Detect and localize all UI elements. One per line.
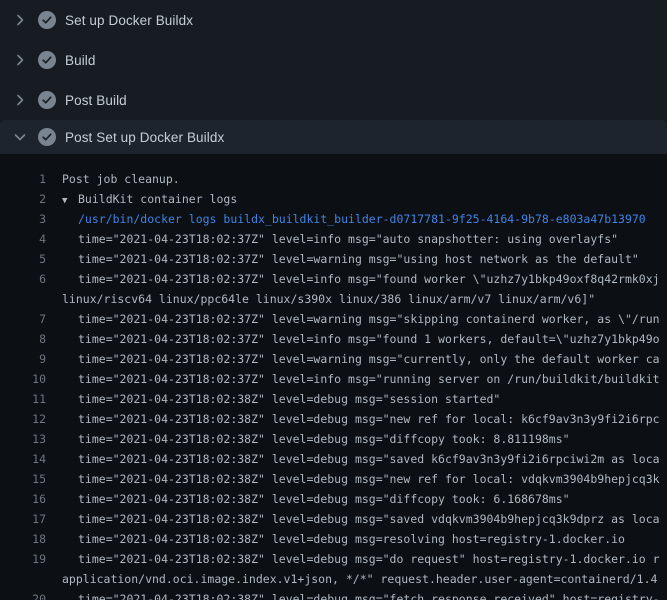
log-text: time="2021-04-23T18:02:37Z" level=info m…	[78, 229, 618, 249]
log-line: 13 time="2021-04-23T18:02:38Z" level=debu…	[0, 429, 667, 449]
log-line: 20 time="2021-04-23T18:02:38Z" level=debu…	[0, 589, 667, 600]
log-line: 7 time="2021-04-23T18:02:37Z" level=warni…	[0, 309, 667, 329]
line-number[interactable]: 13	[0, 429, 46, 449]
log-line: 4 time="2021-04-23T18:02:37Z" level=info …	[0, 229, 667, 249]
log-line: 12 time="2021-04-23T18:02:38Z" level=debu…	[0, 409, 667, 429]
log-group-toggle[interactable]: ▼BuildKit container logs	[62, 189, 237, 209]
step-label: Post Build	[65, 93, 127, 108]
group-expanded-icon: ▼	[62, 191, 78, 211]
line-number[interactable]: 19	[0, 549, 46, 569]
check-circle-icon	[38, 11, 56, 29]
log-text: time="2021-04-23T18:02:37Z" level=warnin…	[78, 349, 660, 369]
line-number[interactable]: 5	[0, 249, 46, 269]
line-number[interactable]: 10	[0, 369, 46, 389]
step-row-post-build[interactable]: Post Build	[0, 80, 667, 120]
check-circle-icon	[38, 128, 56, 146]
step-row-build[interactable]: Build	[0, 40, 667, 80]
line-number[interactable]: 9	[0, 349, 46, 369]
log-line: 16 time="2021-04-23T18:02:38Z" level=debu…	[0, 489, 667, 509]
line-number[interactable]: 11	[0, 389, 46, 409]
log-text: linux/riscv64 linux/ppc64le linux/s390x …	[62, 289, 595, 309]
log-text: time="2021-04-23T18:02:38Z" level=debug …	[78, 389, 500, 409]
check-circle-icon	[38, 51, 56, 69]
steps-list: Set up Docker Buildx Build Post Build Post …	[0, 0, 667, 154]
line-number[interactable]: 1	[0, 169, 46, 189]
chevron-down-icon	[12, 129, 28, 145]
log-line: 11 time="2021-04-23T18:02:38Z" level=debu…	[0, 389, 667, 409]
log-group-label: BuildKit container logs	[78, 192, 237, 206]
log-text: time="2021-04-23T18:02:38Z" level=debug …	[78, 429, 570, 449]
log-text: time="2021-04-23T18:02:38Z" level=debug …	[78, 549, 660, 569]
line-number	[0, 569, 46, 589]
line-number[interactable]: 20	[0, 589, 46, 600]
log-text: time="2021-04-23T18:02:38Z" level=debug …	[78, 469, 660, 489]
log-panel: 1 Post job cleanup. 2 ▼BuildKit container l…	[0, 154, 667, 600]
line-number[interactable]: 14	[0, 449, 46, 469]
log-text: Post job cleanup.	[62, 169, 180, 189]
log-line: 9 time="2021-04-23T18:02:37Z" level=warni…	[0, 349, 667, 369]
line-number[interactable]: 12	[0, 409, 46, 429]
chevron-right-icon	[12, 52, 28, 68]
chevron-right-icon	[12, 92, 28, 108]
log-line: 6 time="2021-04-23T18:02:37Z" level=info …	[0, 269, 667, 289]
log-text: time="2021-04-23T18:02:37Z" level=info m…	[78, 369, 660, 389]
log-text: time="2021-04-23T18:02:37Z" level=warnin…	[78, 249, 639, 269]
log-line: 10 time="2021-04-23T18:02:37Z" level=info…	[0, 369, 667, 389]
log-line: 15 time="2021-04-23T18:02:38Z" level=debu…	[0, 469, 667, 489]
log-text: time="2021-04-23T18:02:38Z" level=debug …	[78, 509, 660, 529]
log-text: time="2021-04-23T18:02:37Z" level=info m…	[78, 269, 660, 289]
log-text: time="2021-04-23T18:02:38Z" level=debug …	[78, 529, 625, 549]
log-text: time="2021-04-23T18:02:37Z" level=warnin…	[78, 309, 660, 329]
line-number	[0, 289, 46, 309]
log-line-wrap: application/vnd.oci.image.index.v1+json,…	[0, 569, 667, 589]
log-text: time="2021-04-23T18:02:37Z" level=info m…	[78, 329, 660, 349]
step-label: Build	[65, 53, 96, 68]
log-line: 19 time="2021-04-23T18:02:38Z" level=debu…	[0, 549, 667, 569]
line-number[interactable]: 7	[0, 309, 46, 329]
line-number[interactable]: 6	[0, 269, 46, 289]
line-number[interactable]: 15	[0, 469, 46, 489]
line-number[interactable]: 18	[0, 529, 46, 549]
line-number[interactable]: 2	[0, 189, 46, 209]
chevron-right-icon	[12, 12, 28, 28]
log-line-wrap: linux/riscv64 linux/ppc64le linux/s390x …	[0, 289, 667, 309]
line-number[interactable]: 17	[0, 509, 46, 529]
line-number[interactable]: 8	[0, 329, 46, 349]
step-label: Set up Docker Buildx	[65, 13, 193, 28]
log-text: time="2021-04-23T18:02:38Z" level=debug …	[78, 489, 570, 509]
line-number[interactable]: 16	[0, 489, 46, 509]
log-line: 1 Post job cleanup.	[0, 169, 667, 189]
log-line: 3/usr/bin/docker logs buildx_buildkit_bu…	[0, 209, 667, 229]
log-line: 8 time="2021-04-23T18:02:37Z" level=info …	[0, 329, 667, 349]
log-text: time="2021-04-23T18:02:38Z" level=debug …	[78, 409, 660, 429]
line-number[interactable]: 4	[0, 229, 46, 249]
log-line: 17 time="2021-04-23T18:02:38Z" level=debu…	[0, 509, 667, 529]
log-text: time="2021-04-23T18:02:38Z" level=debug …	[78, 449, 660, 469]
step-row-post-set-up-docker-buildx[interactable]: Post Set up Docker Buildx	[0, 120, 667, 154]
log-text: application/vnd.oci.image.index.v1+json,…	[62, 569, 657, 589]
check-circle-icon	[38, 91, 56, 109]
step-label: Post Set up Docker Buildx	[65, 130, 224, 145]
line-number[interactable]: 3	[0, 209, 46, 229]
log-line: 5 time="2021-04-23T18:02:37Z" level=warni…	[0, 249, 667, 269]
log-line: 18 time="2021-04-23T18:02:38Z" level=debu…	[0, 529, 667, 549]
log-line: 2 ▼BuildKit container logs	[0, 189, 667, 209]
step-row-set-up-docker-buildx[interactable]: Set up Docker Buildx	[0, 0, 667, 40]
log-line: 14 time="2021-04-23T18:02:38Z" level=debu…	[0, 449, 667, 469]
log-text: time="2021-04-23T18:02:38Z" level=debug …	[78, 589, 660, 600]
log-command-text: /usr/bin/docker logs buildx_buildkit_bui…	[78, 209, 646, 229]
